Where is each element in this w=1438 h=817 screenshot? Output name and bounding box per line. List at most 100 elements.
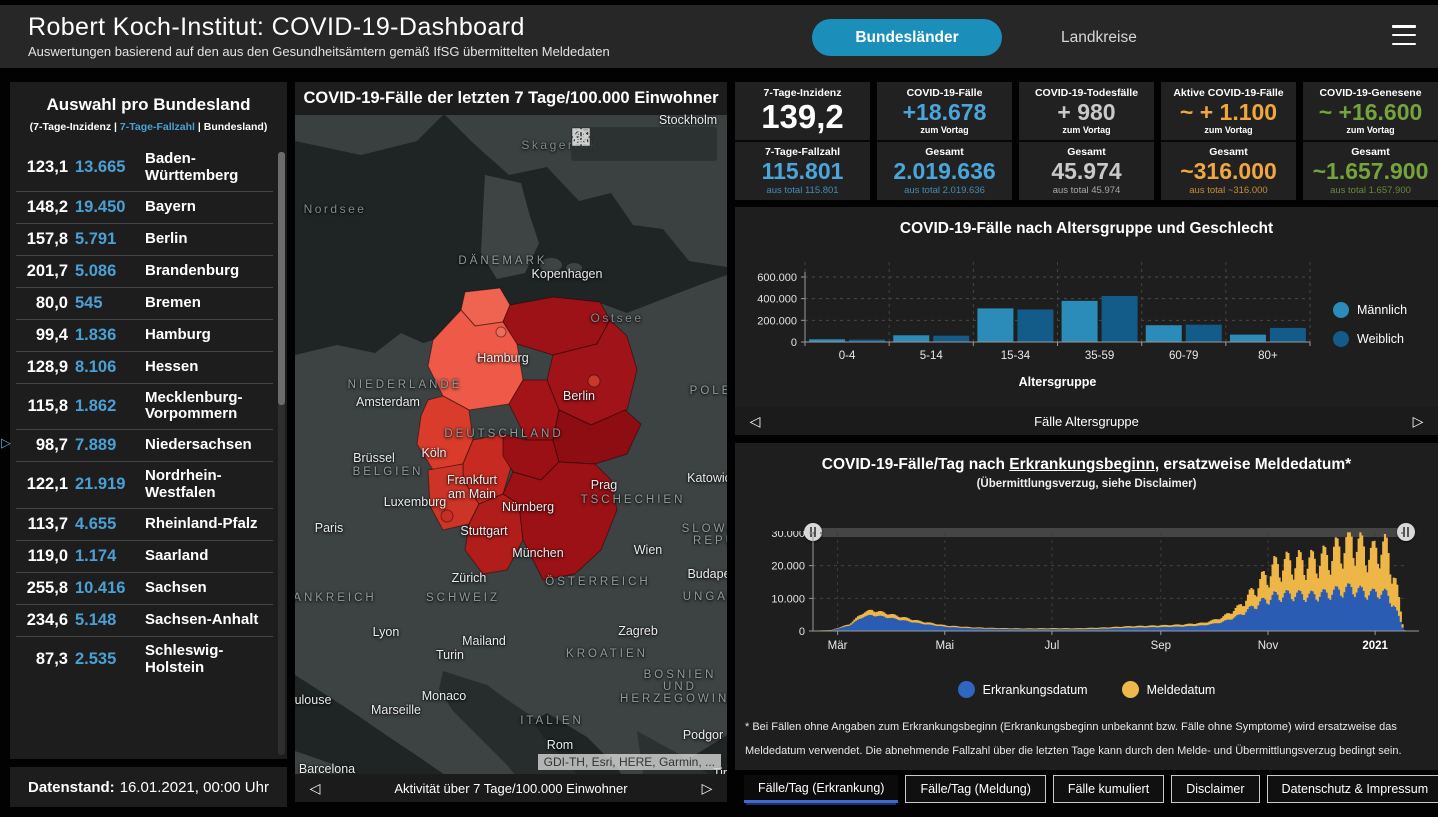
datenstand-label: Datenstand:: [28, 779, 115, 796]
nav-landkreise-button[interactable]: Landkreise: [1055, 19, 1143, 56]
state-cases: 2.535: [75, 650, 139, 669]
legend-icon[interactable]: [649, 132, 673, 156]
stat-bottom-value: 2.019.636: [893, 159, 995, 183]
state-name: Hessen: [139, 359, 273, 376]
svg-text:35-59: 35-59: [1085, 350, 1114, 362]
age-pager-next-icon[interactable]: ▷: [1398, 413, 1438, 430]
tab-fälle-tag-meldung-[interactable]: Fälle/Tag (Meldung): [905, 775, 1045, 803]
state-name: Sachsen-Anhalt: [139, 612, 273, 629]
state-row[interactable]: 98,77.889Niedersachsen: [16, 429, 273, 461]
svg-text:Nov: Nov: [1258, 640, 1279, 652]
state-row[interactable]: 113,74.655Rheinland-Pfalz: [16, 508, 273, 540]
europe-map[interactable]: StockholmSkagerrakNordseeDÄNEMARKKopenha…: [295, 115, 727, 802]
stat-card: COVID-19-Fälle+18.678zum VortagGesamt2.0…: [877, 82, 1012, 200]
legend-meldedatum-label: Meldedatum: [1147, 683, 1216, 697]
state-name: Nordrhein-Westfalen: [139, 468, 273, 502]
map-pager-prev-icon[interactable]: ◁: [295, 780, 335, 797]
scrollbar-thumb[interactable]: [278, 152, 285, 405]
map-region-hamburg[interactable]: [496, 327, 506, 337]
state-incidence: 148,2: [16, 198, 68, 217]
state-row[interactable]: 122,121.919Nordrhein-Westfalen: [16, 461, 273, 508]
age-chart-xlabel: Altersgruppe: [735, 375, 1310, 389]
state-row[interactable]: 157,85.791Berlin: [16, 223, 273, 255]
sidebar-scrollbar[interactable]: [278, 152, 285, 755]
svg-text:80+: 80+: [1258, 350, 1278, 362]
state-row[interactable]: 148,219.450Bayern: [16, 191, 273, 223]
state-cases: 1.862: [75, 397, 139, 416]
age-chart-panel: COVID-19-Fälle nach Altersgruppe und Ges…: [735, 207, 1438, 435]
stat-top-value: +18.678: [903, 100, 987, 124]
state-row[interactable]: 87,3 2.535Schleswig-Holstein: [16, 636, 273, 683]
stat-card: Aktive COVID-19-Fälle~ + 1.100zum Vortag…: [1161, 82, 1296, 200]
erkrankungsdatum-dot-icon: [958, 681, 975, 698]
map-panel: COVID-19-Fälle der letzten 7 Tage/100.00…: [295, 82, 727, 802]
stat-bottom-label: Gesamt: [1209, 146, 1248, 158]
svg-text:600.000: 600.000: [757, 272, 797, 284]
map-toolbar: [571, 127, 717, 161]
tab-disclaimer[interactable]: Disclaimer: [1171, 775, 1259, 803]
timeline-footnote: * Bei Fällen ohne Angaben zum Erkrankung…: [745, 715, 1428, 763]
legend-erkrankungsdatum-label: Erkrankungsdatum: [983, 683, 1088, 697]
timeline-legend: Erkrankungsdatum Meldedatum: [735, 681, 1438, 698]
panel-expand-icon[interactable]: ▷: [1, 435, 11, 451]
stat-bottom-label: Gesamt: [1067, 146, 1106, 158]
state-row[interactable]: 255,810.416Sachsen: [16, 572, 273, 604]
state-incidence: 115,8: [16, 397, 68, 416]
stat-bottom-value: 115.801: [762, 159, 844, 183]
legend-meldedatum: Meldedatum: [1122, 681, 1216, 698]
state-incidence: 123,1: [16, 158, 68, 177]
map-pager-next-icon[interactable]: ▷: [687, 780, 727, 797]
stat-bottom-value: 45.974: [1051, 159, 1121, 183]
state-name: Berlin: [139, 231, 273, 248]
age-pager-prev-icon[interactable]: ◁: [735, 413, 775, 430]
meldedatum-dot-icon: [1122, 681, 1139, 698]
state-row[interactable]: 115,81.862Mecklenburg-Vorpommern: [16, 383, 273, 430]
state-row[interactable]: 99,41.836Hamburg: [16, 319, 273, 351]
stat-top-value: ~ + 1.100: [1180, 100, 1277, 124]
state-row[interactable]: 201,75.086Brandenburg: [16, 255, 273, 287]
state-name: Schleswig-Holstein: [139, 643, 273, 677]
stat-card: COVID-19-Genesene~ +16.600zum VortagGesa…: [1303, 82, 1438, 200]
map-region-bremen[interactable]: [476, 355, 484, 363]
svg-text:400.000: 400.000: [757, 294, 797, 306]
svg-text:20.000: 20.000: [771, 561, 805, 573]
bar-weiblich-80+: [1270, 328, 1306, 342]
state-row[interactable]: 123,113.665Baden-Württemberg: [16, 145, 273, 191]
home-icon[interactable]: [615, 132, 639, 156]
map-svg[interactable]: [295, 115, 727, 802]
state-incidence: 157,8: [16, 230, 68, 249]
state-row[interactable]: 234,65.148Sachsen-Anhalt: [16, 604, 273, 636]
state-incidence: 87,3: [16, 650, 68, 669]
datenstand-bar: Datenstand: 16.01.2021, 00:00 Uhr: [10, 767, 287, 807]
tab-fälle-kumuliert[interactable]: Fälle kumuliert: [1053, 775, 1164, 803]
menu-icon[interactable]: [1392, 25, 1416, 45]
state-cases: 1.836: [75, 326, 139, 345]
map-region-berlin[interactable]: [588, 375, 600, 387]
rki-covid-dashboard: { "header": { "title": "Robert Koch-Inst…: [0, 0, 1438, 817]
stat-bottom-label: 7-Tage-Fallzahl: [765, 146, 840, 158]
bar-weiblich-5-14: [933, 336, 969, 342]
tab-fälle-tag-erkrankung-[interactable]: Fälle/Tag (Erkrankung): [744, 775, 898, 803]
state-incidence: 122,1: [16, 475, 68, 494]
state-row[interactable]: 128,98.106Hessen: [16, 351, 273, 383]
sidebar-header: Auswahl pro Bundesland (7-Tage-Inzidenz …: [10, 82, 287, 141]
sidebar-title: Auswahl pro Bundesland: [20, 95, 277, 115]
age-chart-title: COVID-19-Fälle nach Altersgruppe und Ges…: [735, 220, 1438, 238]
map-region-saarland[interactable]: [441, 510, 453, 522]
bar-maennlich-5-14: [893, 335, 929, 342]
stat-top-label: COVID-19-Fälle: [907, 87, 983, 99]
bottom-tabs: Fälle/Tag (Erkrankung)Fälle/Tag (Meldung…: [735, 775, 1438, 803]
state-row[interactable]: 119,01.174Saarland: [16, 540, 273, 572]
bar-maennlich-60-79: [1146, 325, 1182, 342]
state-incidence: 201,7: [16, 262, 68, 281]
erkrankungsbeginn-link[interactable]: Erkrankungsbeginn: [1009, 456, 1155, 473]
state-incidence: 113,7: [16, 515, 68, 534]
state-cases: 19.450: [75, 198, 139, 217]
tab-datenschutz-impressum[interactable]: Datenschutz & Impressum: [1267, 775, 1438, 803]
state-row[interactable]: 80,0545Bremen: [16, 287, 273, 319]
state-name: Niedersachsen: [139, 437, 273, 454]
legend-maennlich: Männlich: [1333, 302, 1407, 318]
basemap-icon[interactable]: [683, 132, 707, 156]
bar-maennlich-80+: [1230, 335, 1266, 342]
nav-bundeslaender-button[interactable]: Bundesländer: [812, 19, 1002, 56]
